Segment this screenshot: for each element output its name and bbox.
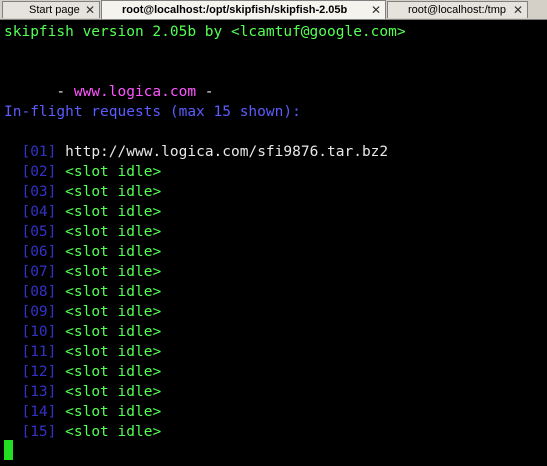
slot-status: <slot idle> — [65, 204, 162, 220]
slot-number: 01 — [30, 144, 48, 160]
slot-row: [08] <slot idle> — [4, 282, 161, 302]
slot-bracket-open: [ — [21, 204, 31, 220]
slot-number: 03 — [30, 184, 48, 200]
tab-bar: Start page ✕ root@localhost:/opt/skipfis… — [0, 0, 547, 20]
slot-bracket-close: ] — [47, 284, 66, 300]
slot-number: 04 — [30, 204, 48, 220]
slot-status: <slot idle> — [65, 184, 162, 200]
slot-row: [06] <slot idle> — [4, 242, 161, 262]
slot-row: [13] <slot idle> — [4, 382, 161, 402]
slot-status: http://www.logica.com/sfi9876.tar.bz2 — [65, 144, 389, 160]
slot-number: 06 — [30, 244, 48, 260]
slot-bracket-close: ] — [47, 324, 66, 340]
slot-number: 10 — [30, 324, 48, 340]
slot-status: <slot idle> — [65, 324, 162, 340]
slot-number: 12 — [30, 364, 48, 380]
slot-row: [14] <slot idle> — [4, 402, 161, 422]
terminal-output[interactable]: skipfish version 2.05b by <lcamtuf@googl… — [0, 20, 547, 466]
tab-label: Start page — [29, 4, 80, 16]
slot-row: [09] <slot idle> — [4, 302, 161, 322]
slot-bracket-open: [ — [21, 164, 31, 180]
slot-bracket-open: [ — [21, 224, 31, 240]
tab-skipfish[interactable]: root@localhost:/opt/skipfish/skipfish-2.… — [101, 0, 386, 19]
slot-number: 07 — [30, 264, 48, 280]
slot-bracket-close: ] — [47, 164, 66, 180]
slot-number: 02 — [30, 164, 48, 180]
slot-bracket-close: ] — [47, 364, 66, 380]
slot-status: <slot idle> — [65, 224, 162, 240]
slot-bracket-open: [ — [21, 364, 31, 380]
slot-number: 11 — [30, 344, 48, 360]
slot-status: <slot idle> — [65, 244, 162, 260]
slot-status: <slot idle> — [65, 164, 162, 180]
slot-bracket-close: ] — [47, 384, 66, 400]
slot-bracket-open: [ — [21, 384, 31, 400]
slot-status: <slot idle> — [65, 264, 162, 280]
target-host: www.logica.com — [73, 84, 197, 100]
slot-number: 08 — [30, 284, 48, 300]
slot-row: [07] <slot idle> — [4, 262, 161, 282]
slot-number: 14 — [30, 404, 48, 420]
slot-bracket-close: ] — [47, 244, 66, 260]
slot-bracket-close: ] — [47, 304, 66, 320]
tab-label: root@localhost:/tmp — [408, 4, 506, 16]
slot-status: <slot idle> — [65, 404, 162, 420]
slot-status: <slot idle> — [65, 364, 162, 380]
close-icon[interactable]: ✕ — [371, 3, 381, 17]
slot-row: [03] <slot idle> — [4, 182, 161, 202]
slot-bracket-open: [ — [21, 344, 31, 360]
tab-start-page[interactable]: Start page ✕ — [2, 1, 100, 18]
slot-row: [12] <slot idle> — [4, 362, 161, 382]
slot-bracket-open: [ — [21, 264, 31, 280]
close-icon[interactable]: ✕ — [85, 3, 95, 17]
slot-bracket-close: ] — [47, 144, 66, 160]
slot-number: 05 — [30, 224, 48, 240]
slot-bracket-open: [ — [21, 244, 31, 260]
target-suffix: - — [196, 84, 214, 100]
slot-bracket-open: [ — [21, 424, 31, 440]
banner-line: skipfish version 2.05b by <lcamtuf@googl… — [4, 24, 406, 40]
slot-status: <slot idle> — [65, 384, 162, 400]
slot-row: [05] <slot idle> — [4, 222, 161, 242]
slot-row: [15] <slot idle> — [4, 422, 161, 442]
slot-bracket-close: ] — [47, 224, 66, 240]
slot-row: [04] <slot idle> — [4, 202, 161, 222]
target-line: - www.logica.com - — [4, 62, 213, 100]
slot-status: <slot idle> — [65, 304, 162, 320]
slot-row: [02] <slot idle> — [4, 162, 161, 182]
slot-bracket-open: [ — [21, 184, 31, 200]
close-icon[interactable]: ✕ — [513, 3, 523, 17]
slot-bracket-open: [ — [21, 324, 31, 340]
target-prefix: - — [38, 84, 74, 100]
slot-bracket-close: ] — [47, 204, 66, 220]
slot-bracket-close: ] — [47, 264, 66, 280]
slot-bracket-open: [ — [21, 144, 31, 160]
slot-number: 15 — [30, 424, 48, 440]
tab-label: root@localhost:/opt/skipfish/skipfish-2.… — [122, 4, 348, 16]
slot-status: <slot idle> — [65, 344, 162, 360]
slot-status: <slot idle> — [65, 284, 162, 300]
slot-bracket-close: ] — [47, 424, 66, 440]
slot-row: [10] <slot idle> — [4, 322, 161, 342]
slot-status: <slot idle> — [65, 424, 162, 440]
slot-bracket-open: [ — [21, 284, 31, 300]
slot-bracket-close: ] — [47, 184, 66, 200]
slot-bracket-open: [ — [21, 404, 31, 420]
slot-number: 09 — [30, 304, 48, 320]
slot-bracket-close: ] — [47, 404, 66, 420]
slot-number: 13 — [30, 384, 48, 400]
slot-row: [01] http://www.logica.com/sfi9876.tar.b… — [4, 142, 388, 162]
slot-row: [11] <slot idle> — [4, 342, 161, 362]
cursor — [4, 440, 13, 460]
slot-bracket-open: [ — [21, 304, 31, 320]
inflight-heading: In-flight requests (max 15 shown): — [4, 104, 301, 120]
slot-bracket-close: ] — [47, 344, 66, 360]
tab-tmp[interactable]: root@localhost:/tmp ✕ — [387, 1, 528, 18]
